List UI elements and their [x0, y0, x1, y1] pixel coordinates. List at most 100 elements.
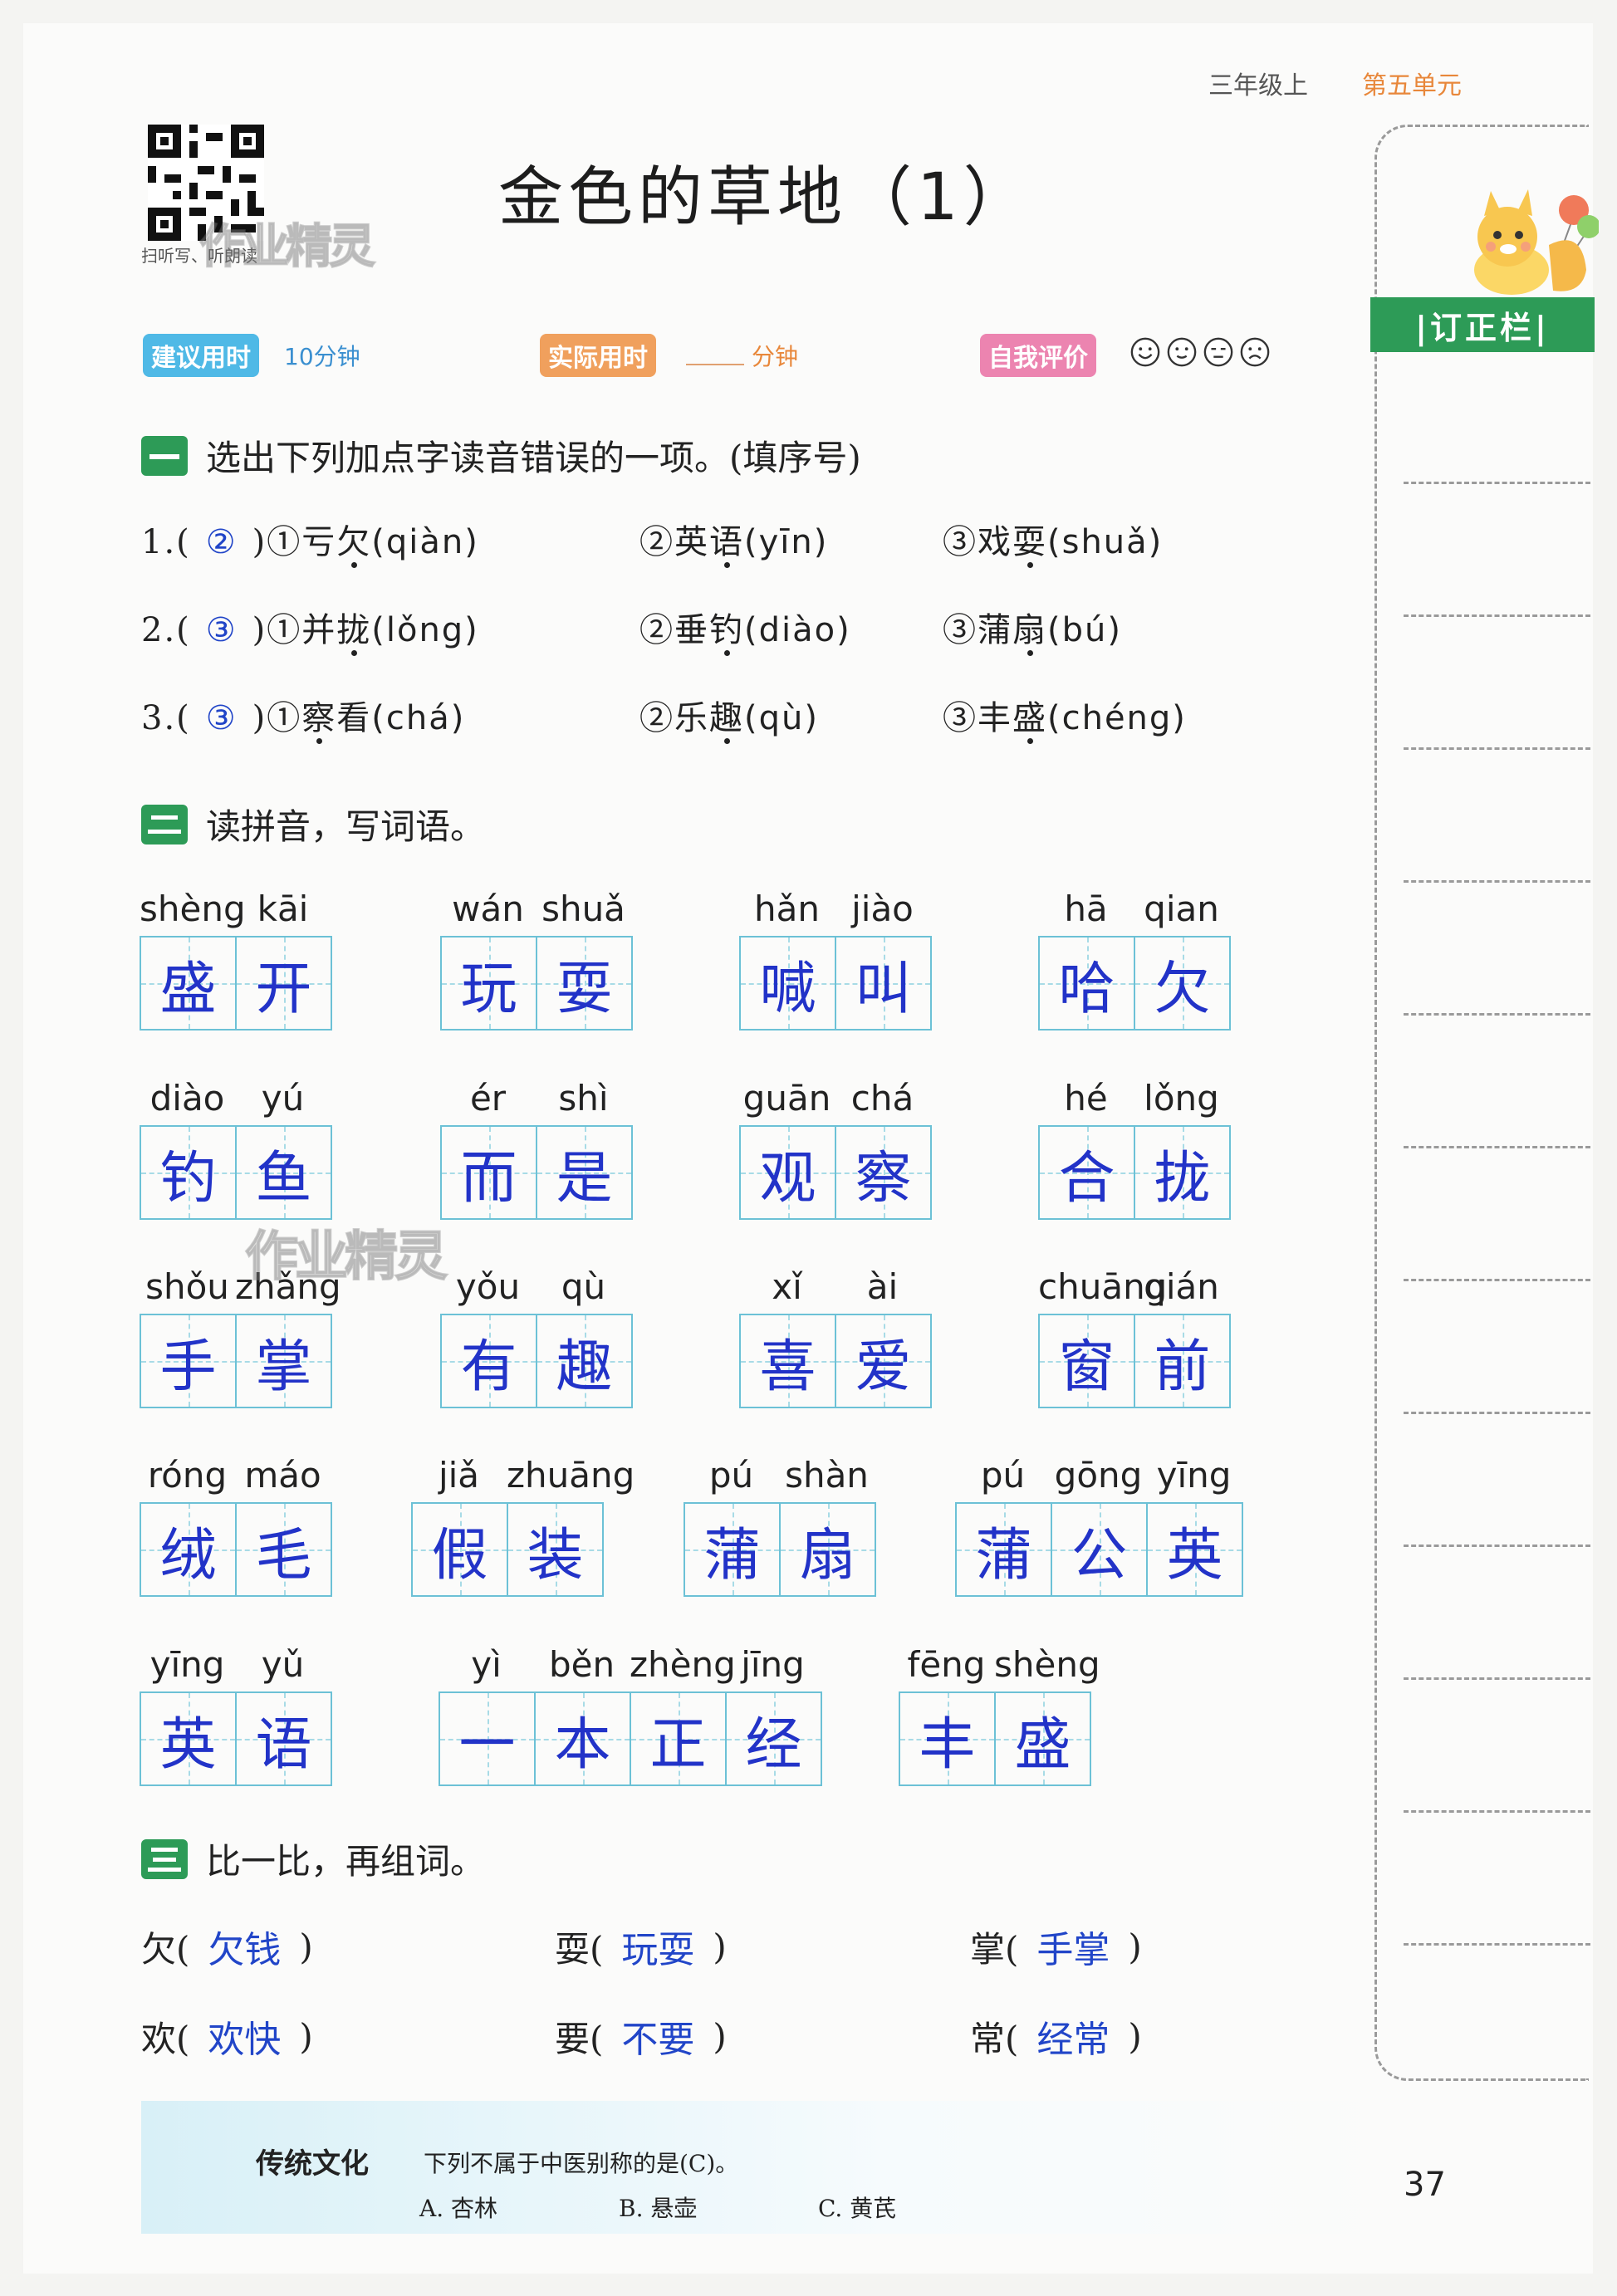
correction-line[interactable] [1404, 1545, 1590, 1547]
grid-cell[interactable]: 假 [413, 1504, 507, 1595]
compare-answer[interactable]: 不要 [621, 2010, 694, 2063]
grid-cell[interactable]: 盛 [994, 1693, 1090, 1784]
actual-time-blank[interactable] [686, 364, 744, 365]
grid-cell[interactable]: 耍 [536, 937, 631, 1029]
grid-cell[interactable]: 手 [141, 1315, 235, 1407]
grid-cell[interactable]: 正 [630, 1693, 725, 1784]
compare-char: 掌( [970, 1928, 1019, 1970]
grid-cell[interactable]: 喊 [741, 937, 835, 1029]
suggested-time-badge: 建议用时 [143, 334, 259, 377]
grid-cell[interactable]: 拢 [1134, 1127, 1229, 1218]
grid-cell[interactable]: 语 [235, 1693, 331, 1784]
grid-cell[interactable]: 有 [442, 1315, 536, 1407]
grid-cell[interactable]: 扇 [779, 1504, 875, 1595]
grid-cell[interactable]: 玩 [442, 937, 536, 1029]
correction-line[interactable] [1404, 614, 1590, 617]
grid-cell[interactable]: 公 [1051, 1504, 1146, 1595]
grid-cell[interactable]: 鱼 [235, 1127, 331, 1218]
correction-line[interactable] [1404, 1943, 1590, 1946]
smile-face-icon[interactable] [1166, 336, 1198, 368]
pinyin-syllable: shǒu [145, 1266, 229, 1307]
compare-item: 欠(欠钱) [141, 1920, 313, 1973]
grid-cell[interactable]: 盛 [141, 937, 235, 1029]
correction-line[interactable] [1404, 482, 1590, 484]
q1-option1-pinyin: (qiàn) [371, 523, 479, 561]
correction-line[interactable] [1404, 1412, 1590, 1414]
written-char: 绒 [159, 1522, 217, 1589]
written-char: 前 [1154, 1334, 1211, 1400]
correction-line[interactable] [1404, 1013, 1590, 1016]
compare-answer[interactable]: 玩耍 [621, 1920, 694, 1973]
compare-answer[interactable]: 欠钱 [208, 1920, 281, 1973]
grid-cell[interactable]: 钓 [141, 1127, 235, 1218]
grid-cell[interactable]: 哈 [1040, 937, 1134, 1029]
page-title: 金色的草地（1） [498, 160, 1033, 235]
sad-face-icon[interactable] [1239, 336, 1271, 368]
q1-answer[interactable]: ③ [206, 611, 238, 649]
correction-line[interactable] [1404, 880, 1590, 883]
q1-row: 2.(③)①并拢(lǒng) ②垂钓(diào) ③蒲扇(bú) [0, 603, 1329, 653]
q1-option1-post: 看 [336, 699, 372, 737]
grid-cell[interactable]: 绒 [141, 1504, 235, 1595]
q1-option3-dotted: 耍 [1012, 523, 1047, 561]
compare-answer[interactable]: 手掌 [1036, 1920, 1110, 1973]
self-eval-faces[interactable] [1129, 336, 1271, 368]
q1-answer[interactable]: ③ [206, 699, 238, 737]
correction-line[interactable] [1404, 1677, 1590, 1680]
tian-grid: 窗前 [1038, 1314, 1231, 1408]
grid-cell[interactable]: 窗 [1040, 1315, 1134, 1407]
grid-cell[interactable]: 前 [1134, 1315, 1229, 1407]
tian-grid: 蒲公英 [955, 1502, 1243, 1597]
grid-cell[interactable]: 爱 [835, 1315, 930, 1407]
correction-line[interactable] [1404, 1279, 1590, 1281]
pinyin-syllable: máo [244, 1455, 321, 1496]
grid-cell[interactable]: 装 [507, 1504, 602, 1595]
grid-cell[interactable]: 一 [440, 1693, 534, 1784]
neutral-face-icon[interactable] [1203, 336, 1234, 368]
written-char: 鱼 [255, 1145, 312, 1212]
compare-answer[interactable]: 经常 [1036, 2010, 1110, 2063]
pinyin-syllable: jīng [741, 1644, 805, 1685]
compare-char: 常( [970, 2018, 1019, 2059]
pinyin-syllable: pú [708, 1455, 754, 1496]
grid-cell[interactable]: 英 [1146, 1504, 1242, 1595]
happy-face-icon[interactable] [1129, 336, 1161, 368]
grid-cell[interactable]: 叫 [835, 937, 930, 1029]
grid-cell[interactable]: 蒲 [957, 1504, 1051, 1595]
tian-grid: 一本正经 [439, 1691, 822, 1786]
grid-cell[interactable]: 蒲 [685, 1504, 779, 1595]
pinyin-syllable: hā [1064, 889, 1108, 929]
grid-cell[interactable]: 开 [235, 937, 331, 1029]
word-item: pú gōng yīng 蒲公英 [955, 1455, 1243, 1597]
grid-cell[interactable]: 掌 [235, 1315, 331, 1407]
correction-line[interactable] [1404, 1146, 1590, 1148]
grid-cell[interactable]: 英 [141, 1693, 235, 1784]
grid-cell[interactable]: 丰 [900, 1693, 994, 1784]
word-item: diào yú 钓鱼 [140, 1078, 332, 1220]
compare-answer[interactable]: 欢快 [208, 2010, 281, 2063]
correction-line[interactable] [1404, 1810, 1590, 1813]
grid-cell[interactable]: 趣 [536, 1315, 631, 1407]
q1-answer[interactable]: ② [206, 523, 238, 561]
grid-cell[interactable]: 毛 [235, 1504, 331, 1595]
pinyin-syllable: yì [471, 1644, 502, 1685]
grid-cell[interactable]: 本 [534, 1693, 630, 1784]
written-char: 观 [759, 1145, 816, 1212]
written-char: 蒲 [975, 1522, 1032, 1589]
grid-cell[interactable]: 而 [442, 1127, 536, 1218]
grid-cell[interactable]: 合 [1040, 1127, 1134, 1218]
grid-cell[interactable]: 察 [835, 1127, 930, 1218]
pinyin-syllable: ér [469, 1078, 507, 1119]
grid-cell[interactable]: 喜 [741, 1315, 835, 1407]
grid-cell[interactable]: 观 [741, 1127, 835, 1218]
grid-cell[interactable]: 经 [725, 1693, 821, 1784]
correction-line[interactable] [1404, 747, 1590, 750]
unit-label: 第五单元 [1362, 71, 1462, 100]
pinyin-syllable: shèng [994, 1644, 1100, 1685]
tian-grid: 而是 [440, 1125, 633, 1220]
written-char: 而 [460, 1145, 517, 1212]
grid-cell[interactable]: 是 [536, 1127, 631, 1218]
word-pinyin: pú shàn [684, 1455, 876, 1496]
word-pinyin: wán shuǎ [440, 889, 633, 929]
grid-cell[interactable]: 欠 [1134, 937, 1229, 1029]
